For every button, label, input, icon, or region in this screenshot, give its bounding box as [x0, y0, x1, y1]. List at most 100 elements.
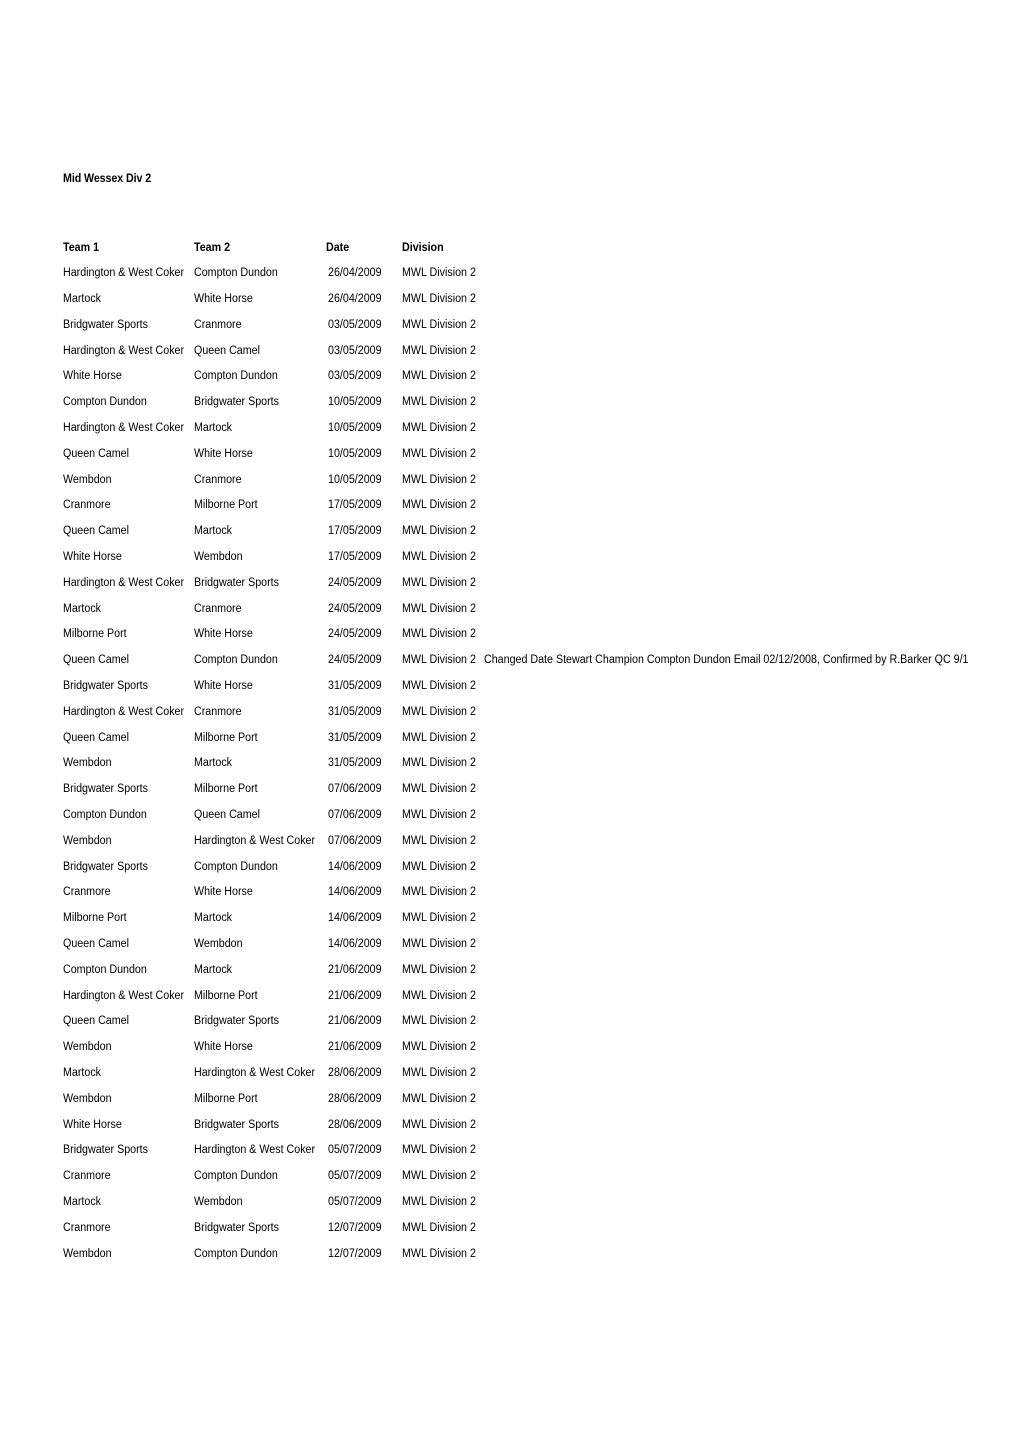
cell-team2: Wembdon: [194, 925, 324, 951]
cell-date-text: 17/05/2009: [328, 551, 382, 564]
cell-team2: Compton Dundon: [194, 1234, 324, 1260]
cell-division-text: MWL Division 2: [402, 370, 477, 383]
cell-division: MWL Division 2: [402, 1131, 484, 1157]
cell-note: [484, 615, 1005, 641]
cell-date-text: 31/05/2009: [328, 680, 382, 693]
table-row: Compton Dundon Martock 21/06/2009 MWL Divis…: [63, 951, 1005, 977]
cell-team2: White Horse: [194, 1028, 324, 1054]
cell-date: 31/05/2009: [324, 693, 402, 719]
cell-note: [484, 1234, 1005, 1260]
cell-team2-text: Martock: [194, 963, 233, 976]
cell-date-text: 10/05/2009: [328, 473, 382, 486]
table-row: Queen Camel Compton Dundon 24/05/2009 MWL D…: [63, 641, 1005, 667]
cell-team1-text: Hardington & West Coker: [63, 344, 185, 357]
cell-division-text: MWL Division 2: [402, 318, 477, 331]
cell-date: 26/04/2009: [324, 280, 402, 306]
cell-division-text: MWL Division 2: [402, 1092, 477, 1105]
cell-team1-text: Compton Dundon: [63, 396, 147, 409]
cell-date: 10/05/2009: [324, 435, 402, 461]
cell-date: 14/06/2009: [324, 873, 402, 899]
cell-team2-text: White Horse: [194, 628, 253, 641]
table-row: Martock Wembdon 05/07/2009 MWL Division 2: [63, 1183, 1005, 1209]
cell-date: 31/05/2009: [324, 744, 402, 770]
cell-division: MWL Division 2: [402, 1080, 484, 1106]
cell-division: MWL Division 2: [402, 435, 484, 461]
cell-date: 28/06/2009: [324, 1105, 402, 1131]
table-row: Bridgwater Sports Hardington & West Coker…: [63, 1131, 1005, 1157]
cell-date-text: 10/05/2009: [328, 447, 382, 460]
cell-date: 24/05/2009: [324, 641, 402, 667]
cell-date-text: 17/05/2009: [328, 525, 382, 538]
cell-date: 12/07/2009: [324, 1208, 402, 1234]
cell-team1: Hardington & West Coker: [63, 976, 194, 1002]
cell-team1: Bridgwater Sports: [63, 306, 194, 332]
cell-note: [484, 1002, 1005, 1028]
cell-team1: Hardington & West Coker: [63, 331, 194, 357]
cell-team1-text: Milborne Port: [63, 628, 127, 641]
table-row: Bridgwater Sports Milborne Port 07/06/2009…: [63, 770, 1005, 796]
cell-note: [484, 873, 1005, 899]
cell-date: 07/06/2009: [324, 770, 402, 796]
cell-team1: Queen Camel: [63, 1002, 194, 1028]
cell-team1: Hardington & West Coker: [63, 564, 194, 590]
table-row: Hardington & West Coker Martock 10/05/2009…: [63, 409, 1005, 435]
cell-team2: Martock: [194, 744, 324, 770]
cell-division-text: MWL Division 2: [402, 1170, 477, 1183]
cell-division: MWL Division 2: [402, 770, 484, 796]
cell-division-text: MWL Division 2: [402, 551, 477, 564]
cell-team2: Queen Camel: [194, 331, 324, 357]
cell-division-text: MWL Division 2: [402, 267, 477, 280]
cell-team1-text: Bridgwater Sports: [63, 1144, 149, 1157]
column-header-division-label: Division: [402, 241, 444, 254]
cell-division: MWL Division 2: [402, 1208, 484, 1234]
cell-note: [484, 435, 1005, 461]
table-row: Wembdon Cranmore 10/05/2009 MWL Division 2: [63, 460, 1005, 486]
cell-date: 03/05/2009: [324, 306, 402, 332]
cell-date: 21/06/2009: [324, 1002, 402, 1028]
cell-team2: Wembdon: [194, 1183, 324, 1209]
cell-date-text: 21/06/2009: [328, 963, 382, 976]
cell-division: MWL Division 2: [402, 383, 484, 409]
cell-team2-text: White Horse: [194, 447, 253, 460]
cell-note: [484, 1157, 1005, 1183]
cell-division-text: MWL Division 2: [402, 1067, 477, 1079]
cell-team2-text: Martock: [194, 422, 233, 435]
table-row: Wembdon Martock 31/05/2009 MWL Division 2: [63, 744, 1005, 770]
cell-division: MWL Division 2: [402, 667, 484, 693]
cell-team1: Compton Dundon: [63, 383, 194, 409]
cell-division-text: MWL Division 2: [402, 1247, 477, 1260]
cell-date: 14/06/2009: [324, 899, 402, 925]
cell-team2: White Horse: [194, 280, 324, 306]
cell-date: 10/05/2009: [324, 383, 402, 409]
cell-team1: Cranmore: [63, 1157, 194, 1183]
cell-team2: Compton Dundon: [194, 847, 324, 873]
cell-note: [484, 718, 1005, 744]
table-row: Milborne Port White Horse 24/05/2009 MWL Di…: [63, 615, 1005, 641]
cell-team1-text: Hardington & West Coker: [63, 989, 185, 1002]
cell-division: MWL Division 2: [402, 1105, 484, 1131]
cell-note: [484, 1105, 1005, 1131]
table-row: Queen Camel Bridgwater Sports 21/06/2009 MW…: [63, 1002, 1005, 1028]
cell-division-text: MWL Division 2: [402, 1144, 477, 1157]
cell-date-text: 24/05/2009: [328, 576, 382, 589]
cell-note: [484, 951, 1005, 977]
cell-team2-text: Martock: [194, 912, 233, 925]
cell-team1: Queen Camel: [63, 512, 194, 538]
cell-team1-text: Compton Dundon: [63, 809, 147, 822]
cell-note: [484, 331, 1005, 357]
table-row: Hardington & West Coker Cranmore 31/05/200…: [63, 693, 1005, 719]
cell-team1-text: Martock: [63, 1195, 102, 1208]
table-row: Wembdon Milborne Port 28/06/2009 MWL Divisi…: [63, 1080, 1005, 1106]
cell-division-text: MWL Division 2: [402, 1221, 477, 1234]
cell-team2-text: Bridgwater Sports: [194, 576, 280, 589]
column-header-date: Date: [324, 228, 402, 254]
cell-team2-text: Cranmore: [194, 602, 242, 615]
cell-team2-text: Compton Dundon: [194, 267, 278, 280]
document-page: Mid Wessex Div 2 Team 1 Team 2 Date Divi…: [0, 0, 1020, 1443]
cell-division-text: MWL Division 2: [402, 989, 477, 1002]
cell-note: [484, 899, 1005, 925]
cell-date-text: 12/07/2009: [328, 1221, 382, 1234]
table-header: Team 1 Team 2 Date Division: [63, 228, 1005, 254]
cell-team2: Bridgwater Sports: [194, 1208, 324, 1234]
cell-team2: Martock: [194, 951, 324, 977]
